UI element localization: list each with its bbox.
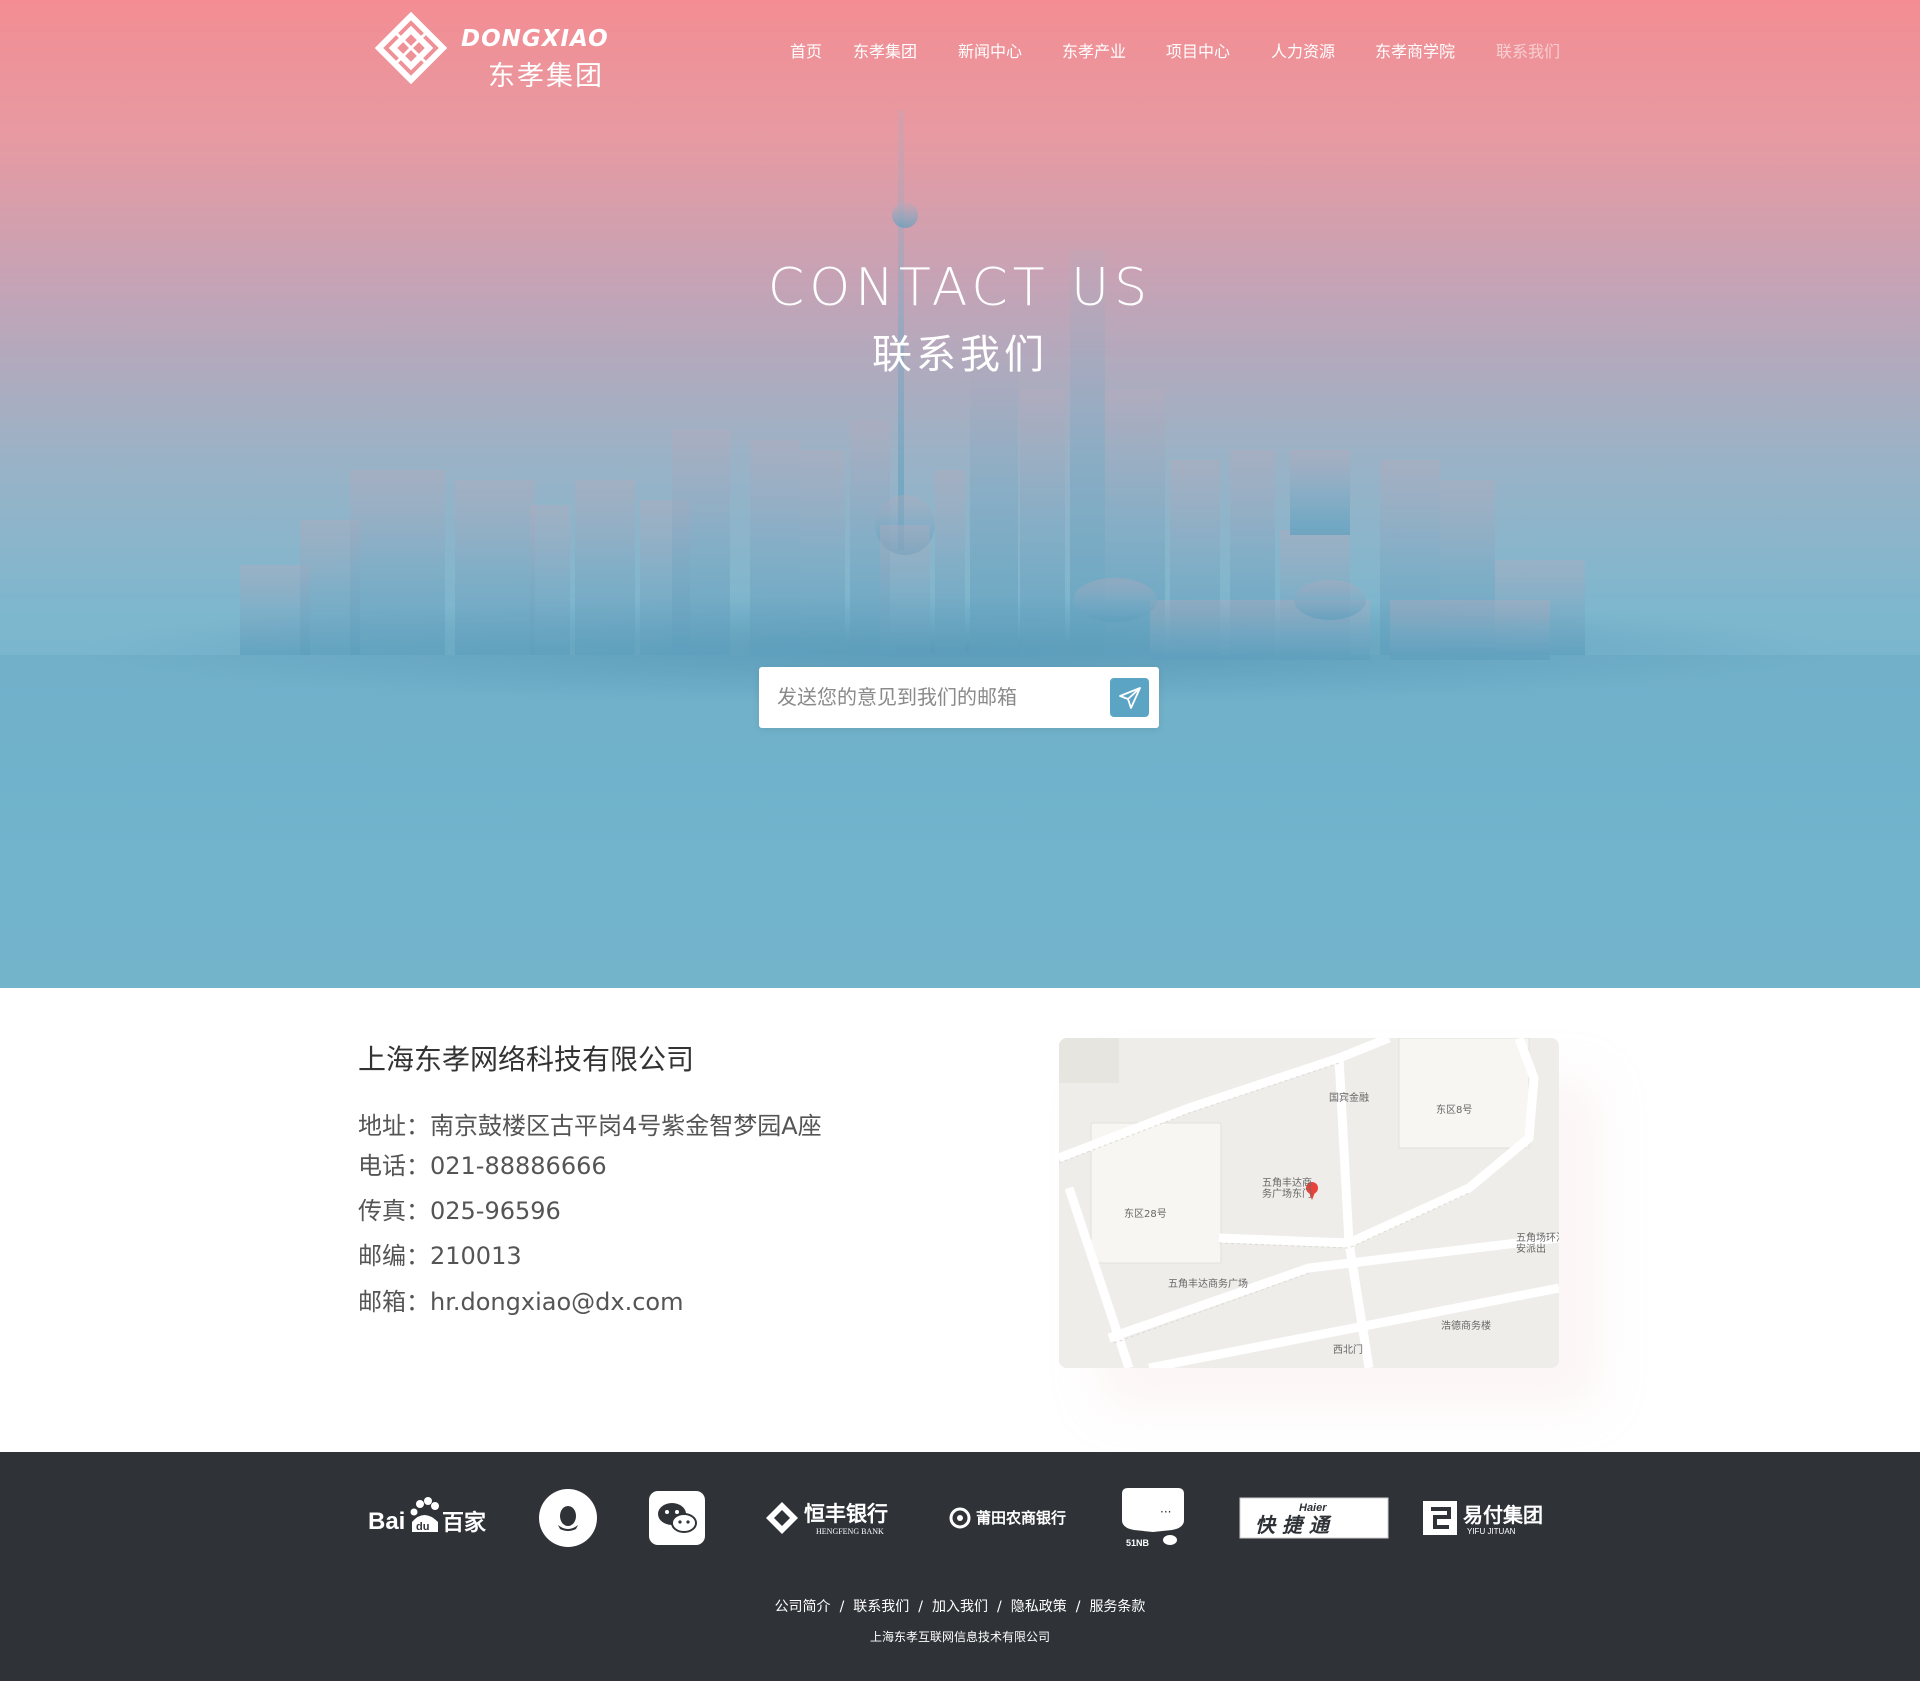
nav-item-industry[interactable]: 东孝产业 (1062, 38, 1126, 62)
footer-link-contact[interactable]: 联系我们 (853, 1599, 909, 1615)
hero-banner: DONGXIAO 东孝集团 首页 东孝集团 新闻中心 东孝产业 项目中心 人力资… (0, 0, 1920, 988)
map-label: 五角丰达商务广场东门 (1262, 1178, 1312, 1200)
address-label: 地址： (358, 1112, 430, 1140)
svg-text:YIFU JITUAN: YIFU JITUAN (1467, 1527, 1516, 1536)
feedback-email-form (759, 667, 1159, 728)
footer-link-join[interactable]: 加入我们 (932, 1599, 988, 1615)
address-value: 南京鼓楼区古平岗4号紫金智梦园A座 (430, 1112, 822, 1140)
phone-label: 电话： (358, 1152, 430, 1180)
svg-text:du: du (416, 1521, 429, 1533)
nav-item-home[interactable]: 首页 (790, 38, 822, 62)
postcode-label: 邮编： (358, 1242, 430, 1270)
partner-haier-kuaijietong[interactable]: Haier 快 捷 通 (1239, 1488, 1389, 1548)
fax-row: 传真：025-96596 (358, 1191, 561, 1226)
map-label: 西北门 (1333, 1345, 1363, 1356)
partner-wechat[interactable] (649, 1488, 705, 1548)
contact-section: 上海东孝网络科技有限公司 地址：南京鼓楼区古平岗4号紫金智梦园A座 电话：021… (0, 988, 1920, 1452)
partner-51nb[interactable]: ··· 51NB (1120, 1488, 1186, 1548)
phone-row: 电话：021-88886666 (358, 1146, 607, 1181)
map-label: 东区28号 (1124, 1209, 1167, 1220)
copyright-text: 上海东孝互联网信息技术有限公司 (869, 1630, 1050, 1644)
putian-bank-logo-icon: 莆田农商银行 (949, 1507, 1066, 1529)
email-label: 邮箱： (358, 1288, 430, 1316)
nav-item-projects[interactable]: 项目中心 (1166, 38, 1230, 62)
51nb-logo-icon: ··· 51NB (1122, 1488, 1184, 1548)
phone-value[interactable]: 021-88886666 (430, 1152, 607, 1180)
partner-qq[interactable] (538, 1488, 598, 1548)
partner-baidu[interactable]: Bai du 百家 (368, 1488, 490, 1548)
nav-item-contact[interactable]: 联系我们 (1496, 38, 1560, 62)
footer-links: 公司简介 / 联系我们 / 加入我们 / 隐私政策 / 服务条款 (774, 1599, 1146, 1615)
hengfeng-bank-logo-icon: 恒丰银行 HENGFENG BANK (766, 1502, 888, 1536)
svg-text:恒丰银行: 恒丰银行 (804, 1502, 888, 1526)
wechat-icon (649, 1491, 705, 1545)
feedback-email-input[interactable] (777, 681, 1097, 713)
send-button[interactable] (1110, 678, 1149, 717)
map-label: 五角场环治安派出 (1516, 1233, 1559, 1255)
main-navigation: 首页 东孝集团 新闻中心 东孝产业 项目中心 人力资源 东孝商学院 联系我们 (0, 38, 1920, 62)
hero-subtitle: 联系我们 (872, 332, 1048, 378)
footer-link-about[interactable]: 公司简介 (775, 1599, 831, 1615)
nav-item-news[interactable]: 新闻中心 (958, 38, 1022, 62)
svg-text:HENGFENG BANK: HENGFENG BANK (816, 1527, 884, 1536)
partner-yifu-group[interactable]: 易付集团 YIFU JITUAN (1421, 1488, 1551, 1548)
fax-label: 传真： (358, 1197, 430, 1225)
svg-text:易付集团: 易付集团 (1463, 1503, 1543, 1527)
baidu-logo-icon: Bai du 百家 (368, 1497, 487, 1536)
footer-link-privacy[interactable]: 隐私政策 (1011, 1599, 1067, 1615)
postcode-row: 邮编：210013 (358, 1236, 522, 1271)
paper-plane-icon (1118, 686, 1141, 709)
postcode-value: 210013 (430, 1242, 522, 1270)
nav-item-group[interactable]: 东孝集团 (853, 38, 917, 62)
51nb-label: 51NB (1126, 1538, 1150, 1548)
company-name: 上海东孝网络科技有限公司 (358, 1043, 695, 1076)
email-row: 邮箱：hr.dongxiao@dx.com (358, 1282, 683, 1317)
partner-putian-bank[interactable]: 莆田农商银行 (948, 1488, 1078, 1548)
haier-kuaijietong-logo-icon: Haier 快 捷 通 (1239, 1497, 1389, 1539)
svg-text:快 捷 通: 快 捷 通 (1255, 1513, 1332, 1537)
location-map[interactable]: 东区8号 五角丰达商务广场东门 东区28号 五角丰达商务广场 五角场环治安派出 … (1059, 1038, 1559, 1368)
nav-item-hr[interactable]: 人力资源 (1271, 38, 1335, 62)
hero-title: CONTACT US (767, 258, 1153, 318)
nav-item-academy[interactable]: 东孝商学院 (1375, 38, 1455, 62)
svg-text:Bai: Bai (368, 1508, 405, 1535)
address-row: 地址：南京鼓楼区古平岗4号紫金智梦园A座 (358, 1106, 822, 1141)
svg-text:百家: 百家 (442, 1510, 487, 1536)
map-label: 国宾金融 (1329, 1093, 1369, 1104)
site-footer: Bai du 百家 恒丰银行 HENGFENG BANK 莆田农商银行 ··· … (0, 1452, 1920, 1681)
qq-icon (539, 1489, 597, 1547)
email-value[interactable]: hr.dongxiao@dx.com (430, 1288, 683, 1316)
city-skyline-illustration (0, 110, 1920, 988)
svg-text:莆田农商银行: 莆田农商银行 (976, 1509, 1066, 1527)
fax-value: 025-96596 (430, 1197, 561, 1225)
map-label: 五角丰达商务广场 (1168, 1279, 1248, 1290)
map-label: 东区8号 (1436, 1105, 1473, 1116)
partner-hengfeng-bank[interactable]: 恒丰银行 HENGFENG BANK (764, 1488, 900, 1548)
map-label: 浩德商务楼 (1441, 1321, 1491, 1332)
yifu-group-logo-icon: 易付集团 YIFU JITUAN (1423, 1501, 1543, 1536)
footer-link-terms[interactable]: 服务条款 (1089, 1599, 1145, 1615)
svg-text:···: ··· (1160, 1505, 1171, 1519)
